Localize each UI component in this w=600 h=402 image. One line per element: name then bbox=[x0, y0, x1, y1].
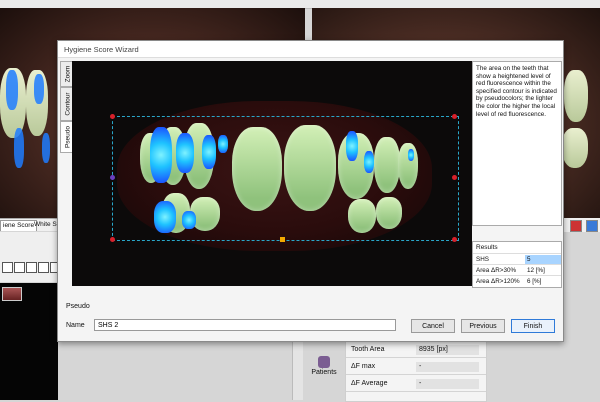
right-tab-strip bbox=[560, 218, 600, 232]
tool-cross-icon[interactable] bbox=[26, 262, 37, 273]
info-value: 8935 [px] bbox=[416, 345, 479, 355]
scrollbar[interactable] bbox=[292, 340, 303, 400]
blue-tab-icon[interactable] bbox=[586, 220, 598, 232]
left-tool-panel bbox=[0, 232, 61, 282]
bg-tooth bbox=[564, 70, 588, 122]
bg-stain bbox=[42, 133, 50, 163]
name-input[interactable] bbox=[94, 319, 396, 331]
contour-handle[interactable] bbox=[110, 114, 115, 119]
description-text: The area on the teeth that show a height… bbox=[476, 65, 557, 118]
result-row: Area ΔR>120% 6 [%] bbox=[473, 275, 561, 287]
patients-button[interactable]: Patients bbox=[308, 355, 340, 383]
result-label: Area ΔR>120% bbox=[476, 278, 520, 285]
red-tab-icon[interactable] bbox=[570, 220, 582, 232]
info-value: - bbox=[416, 362, 479, 372]
bg-stain bbox=[6, 70, 18, 110]
result-value: 5 bbox=[525, 255, 561, 264]
contour-handle[interactable] bbox=[110, 175, 115, 180]
contour-box[interactable] bbox=[112, 116, 459, 241]
fluorescence-image[interactable] bbox=[72, 61, 472, 286]
patients-icon bbox=[318, 356, 330, 368]
previous-button[interactable]: Previous bbox=[461, 319, 505, 333]
bg-tooth bbox=[562, 128, 588, 168]
contour-handle[interactable] bbox=[452, 114, 457, 119]
info-value: - bbox=[416, 379, 479, 389]
section-label: Pseudo bbox=[66, 303, 90, 310]
dialog-title-bar[interactable]: Hygiene Score Wizard bbox=[58, 41, 563, 58]
info-label: Tooth Area bbox=[351, 346, 385, 353]
tab-pseudo-label: Pseudo bbox=[64, 125, 72, 149]
results-heading: Results bbox=[476, 244, 498, 251]
patients-label: Patients bbox=[311, 369, 337, 376]
tool-grid-icon[interactable] bbox=[2, 262, 13, 273]
name-label: Name bbox=[66, 322, 85, 329]
tool-cross-icon[interactable] bbox=[38, 262, 49, 273]
contour-handle[interactable] bbox=[110, 237, 115, 242]
finish-button[interactable]: Finish bbox=[511, 319, 555, 333]
hygiene-score-wizard-dialog: Hygiene Score Wizard Zoom Contour Pseudo bbox=[57, 40, 564, 342]
info-row: ΔF max - bbox=[346, 361, 486, 375]
result-value: 12 [%] bbox=[527, 267, 545, 274]
thumbnail-image[interactable] bbox=[2, 287, 22, 301]
info-row: Tooth Area 8935 [px] bbox=[346, 344, 486, 358]
wizard-step-tabs: Zoom Contour Pseudo bbox=[60, 61, 74, 286]
bg-stain bbox=[34, 74, 44, 104]
info-label: ΔF Average bbox=[351, 380, 388, 387]
contour-handle[interactable] bbox=[452, 175, 457, 180]
result-value: 6 [%] bbox=[527, 278, 542, 285]
description-panel: The area on the teeth that show a height… bbox=[472, 61, 562, 226]
info-row: ΔF Average - bbox=[346, 378, 486, 392]
info-label: ΔF max bbox=[351, 363, 376, 370]
tooth-info-table: Tooth Area 8935 [px] ΔF max - ΔF Average… bbox=[345, 340, 487, 402]
bg-stain bbox=[14, 128, 24, 168]
result-label: Area ΔR>30% bbox=[476, 267, 517, 274]
cancel-button[interactable]: Cancel bbox=[411, 319, 455, 333]
tool-cross-icon[interactable] bbox=[14, 262, 25, 273]
dialog-title: Hygiene Score Wizard bbox=[64, 45, 139, 54]
results-table: Results SHS 5 Area ΔR>30% 12 [%] Area ΔR… bbox=[472, 241, 562, 288]
contour-handle[interactable] bbox=[280, 237, 285, 242]
contour-handle[interactable] bbox=[452, 237, 457, 242]
thumbnail-strip bbox=[0, 283, 58, 400]
result-label: SHS bbox=[476, 256, 489, 263]
